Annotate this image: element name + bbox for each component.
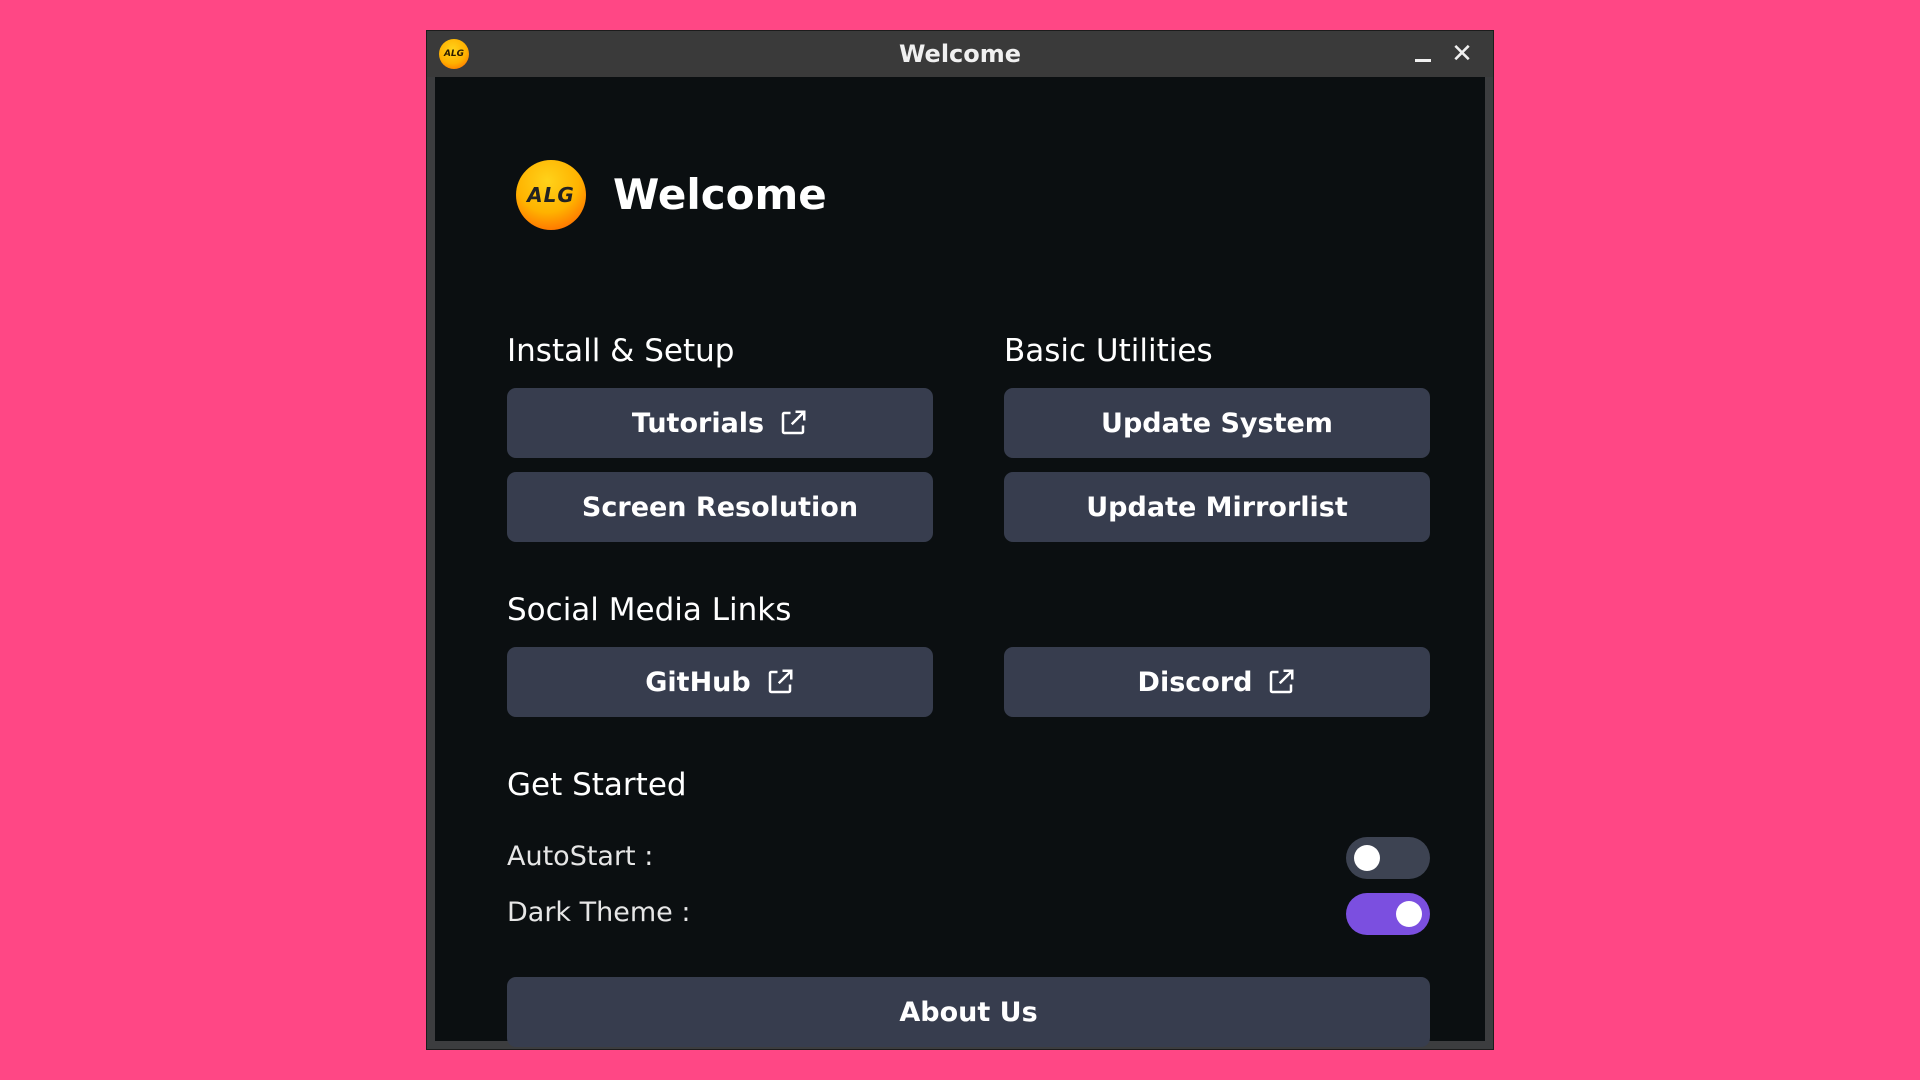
window-title: Welcome [898,40,1022,68]
toggle-knob [1396,901,1422,927]
title-bar[interactable]: ALG Welcome ✕ [427,31,1493,77]
minimize-icon[interactable] [1407,40,1437,68]
external-link-icon [768,669,793,694]
autostart-toggle[interactable] [1346,837,1430,879]
update-system-button[interactable]: Update System [1004,388,1430,458]
toggle-knob [1354,845,1380,871]
screen-resolution-button[interactable]: Screen Resolution [507,472,933,542]
about-us-button[interactable]: About Us [507,977,1430,1047]
update-system-label: Update System [1101,407,1333,439]
get-started-title: Get Started [507,767,687,803]
welcome-window: ALG Welcome ✕ ALG Welcome Install & Setu… [426,30,1494,1050]
basic-utilities-title: Basic Utilities [1004,333,1213,369]
dark-theme-label: Dark Theme : [507,897,691,928]
github-label: GitHub [645,666,751,698]
about-us-label: About Us [899,996,1038,1028]
install-setup-title: Install & Setup [507,333,735,369]
welcome-content: ALG Welcome Install & Setup Basic Utilit… [435,77,1485,1047]
external-link-icon [1270,669,1294,694]
github-button[interactable]: GitHub [507,647,933,717]
screen-resolution-label: Screen Resolution [581,491,859,523]
logo-text: ALG [527,183,575,207]
close-icon[interactable]: ✕ [1447,40,1477,68]
tutorials-button[interactable]: Tutorials [507,388,933,458]
external-link-icon [781,410,806,435]
dark-theme-toggle[interactable] [1346,893,1430,935]
alg-logo: ALG [516,160,586,230]
autostart-label: AutoStart : [507,841,654,872]
update-mirrorlist-label: Update Mirrorlist [1086,491,1348,523]
discord-label: Discord [1137,666,1253,698]
social-media-title: Social Media Links [507,592,792,628]
page-title: Welcome [613,170,827,219]
update-mirrorlist-button[interactable]: Update Mirrorlist [1004,472,1430,542]
discord-button[interactable]: Discord [1004,647,1430,717]
tutorials-label: Tutorials [631,407,765,439]
